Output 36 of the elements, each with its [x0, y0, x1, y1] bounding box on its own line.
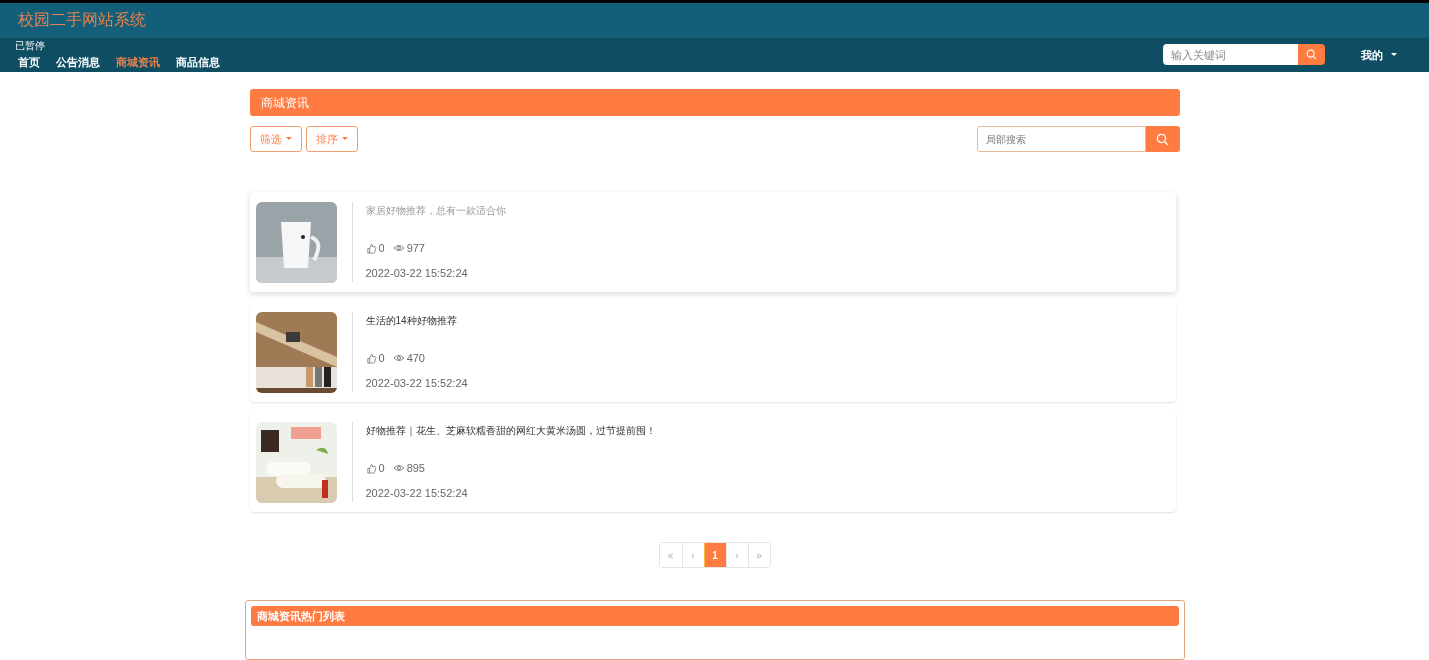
site-title: 校园二手网站系统 — [18, 10, 146, 31]
nav-link[interactable]: 公告消息 — [56, 55, 100, 70]
section-title: 商城资讯 — [260, 94, 309, 112]
local-search-field[interactable]: 局部搜索 — [976, 126, 1146, 152]
nav-link[interactable]: 商城资讯 — [116, 55, 160, 70]
article-date: 2022-03-22 15:52:24 — [365, 485, 469, 501]
article-card[interactable]: 好物推荐｜花生、芝麻软糯香甜的网红大黄米汤圆，过节提前囤！ 0 895 2022-03-22 15:52:24 — [249, 412, 1176, 512]
article-card[interactable]: 生活的14种好物推荐 0 470 2022-03-22 15:52:24 — [249, 302, 1176, 402]
article-title[interactable]: 生活的14种好物推荐 — [365, 313, 468, 328]
view-count: 470 — [406, 351, 425, 366]
search-icon — [1306, 49, 1317, 61]
article-date: 2022-03-22 15:52:24 — [365, 265, 469, 281]
view-count: 977 — [406, 241, 425, 256]
hot-list-title: 商城资讯热门列表 — [256, 608, 345, 624]
thumbs-up-icon — [365, 462, 377, 474]
caret-icon — [285, 137, 292, 141]
nav-link[interactable]: 首页 — [18, 55, 40, 70]
eye-icon — [392, 464, 405, 473]
like-count: 0 — [378, 241, 385, 256]
keyword-search-field[interactable]: 输入关键词 — [1163, 44, 1298, 66]
user-menu[interactable]: 我的 — [1361, 46, 1397, 64]
search-button[interactable] — [1298, 44, 1325, 66]
caret-icon — [1391, 52, 1397, 57]
search-icon — [1156, 132, 1169, 146]
nav-link[interactable]: 商品信息 — [176, 55, 220, 70]
like-count: 0 — [378, 351, 385, 366]
article-title[interactable]: 好物推荐｜花生、芝麻软糯香甜的网红大黄米汤圆，过节提前囤！ — [365, 423, 656, 438]
like-count: 0 — [378, 461, 385, 476]
paused-status: 已暂停 — [15, 40, 46, 53]
eye-icon — [392, 244, 405, 253]
eye-icon — [392, 354, 405, 363]
thumbs-up-icon — [365, 242, 377, 254]
article-date: 2022-03-22 15:52:24 — [365, 375, 468, 391]
caret-icon — [341, 137, 348, 141]
thumbs-up-icon — [365, 352, 377, 364]
view-count: 895 — [406, 461, 425, 476]
